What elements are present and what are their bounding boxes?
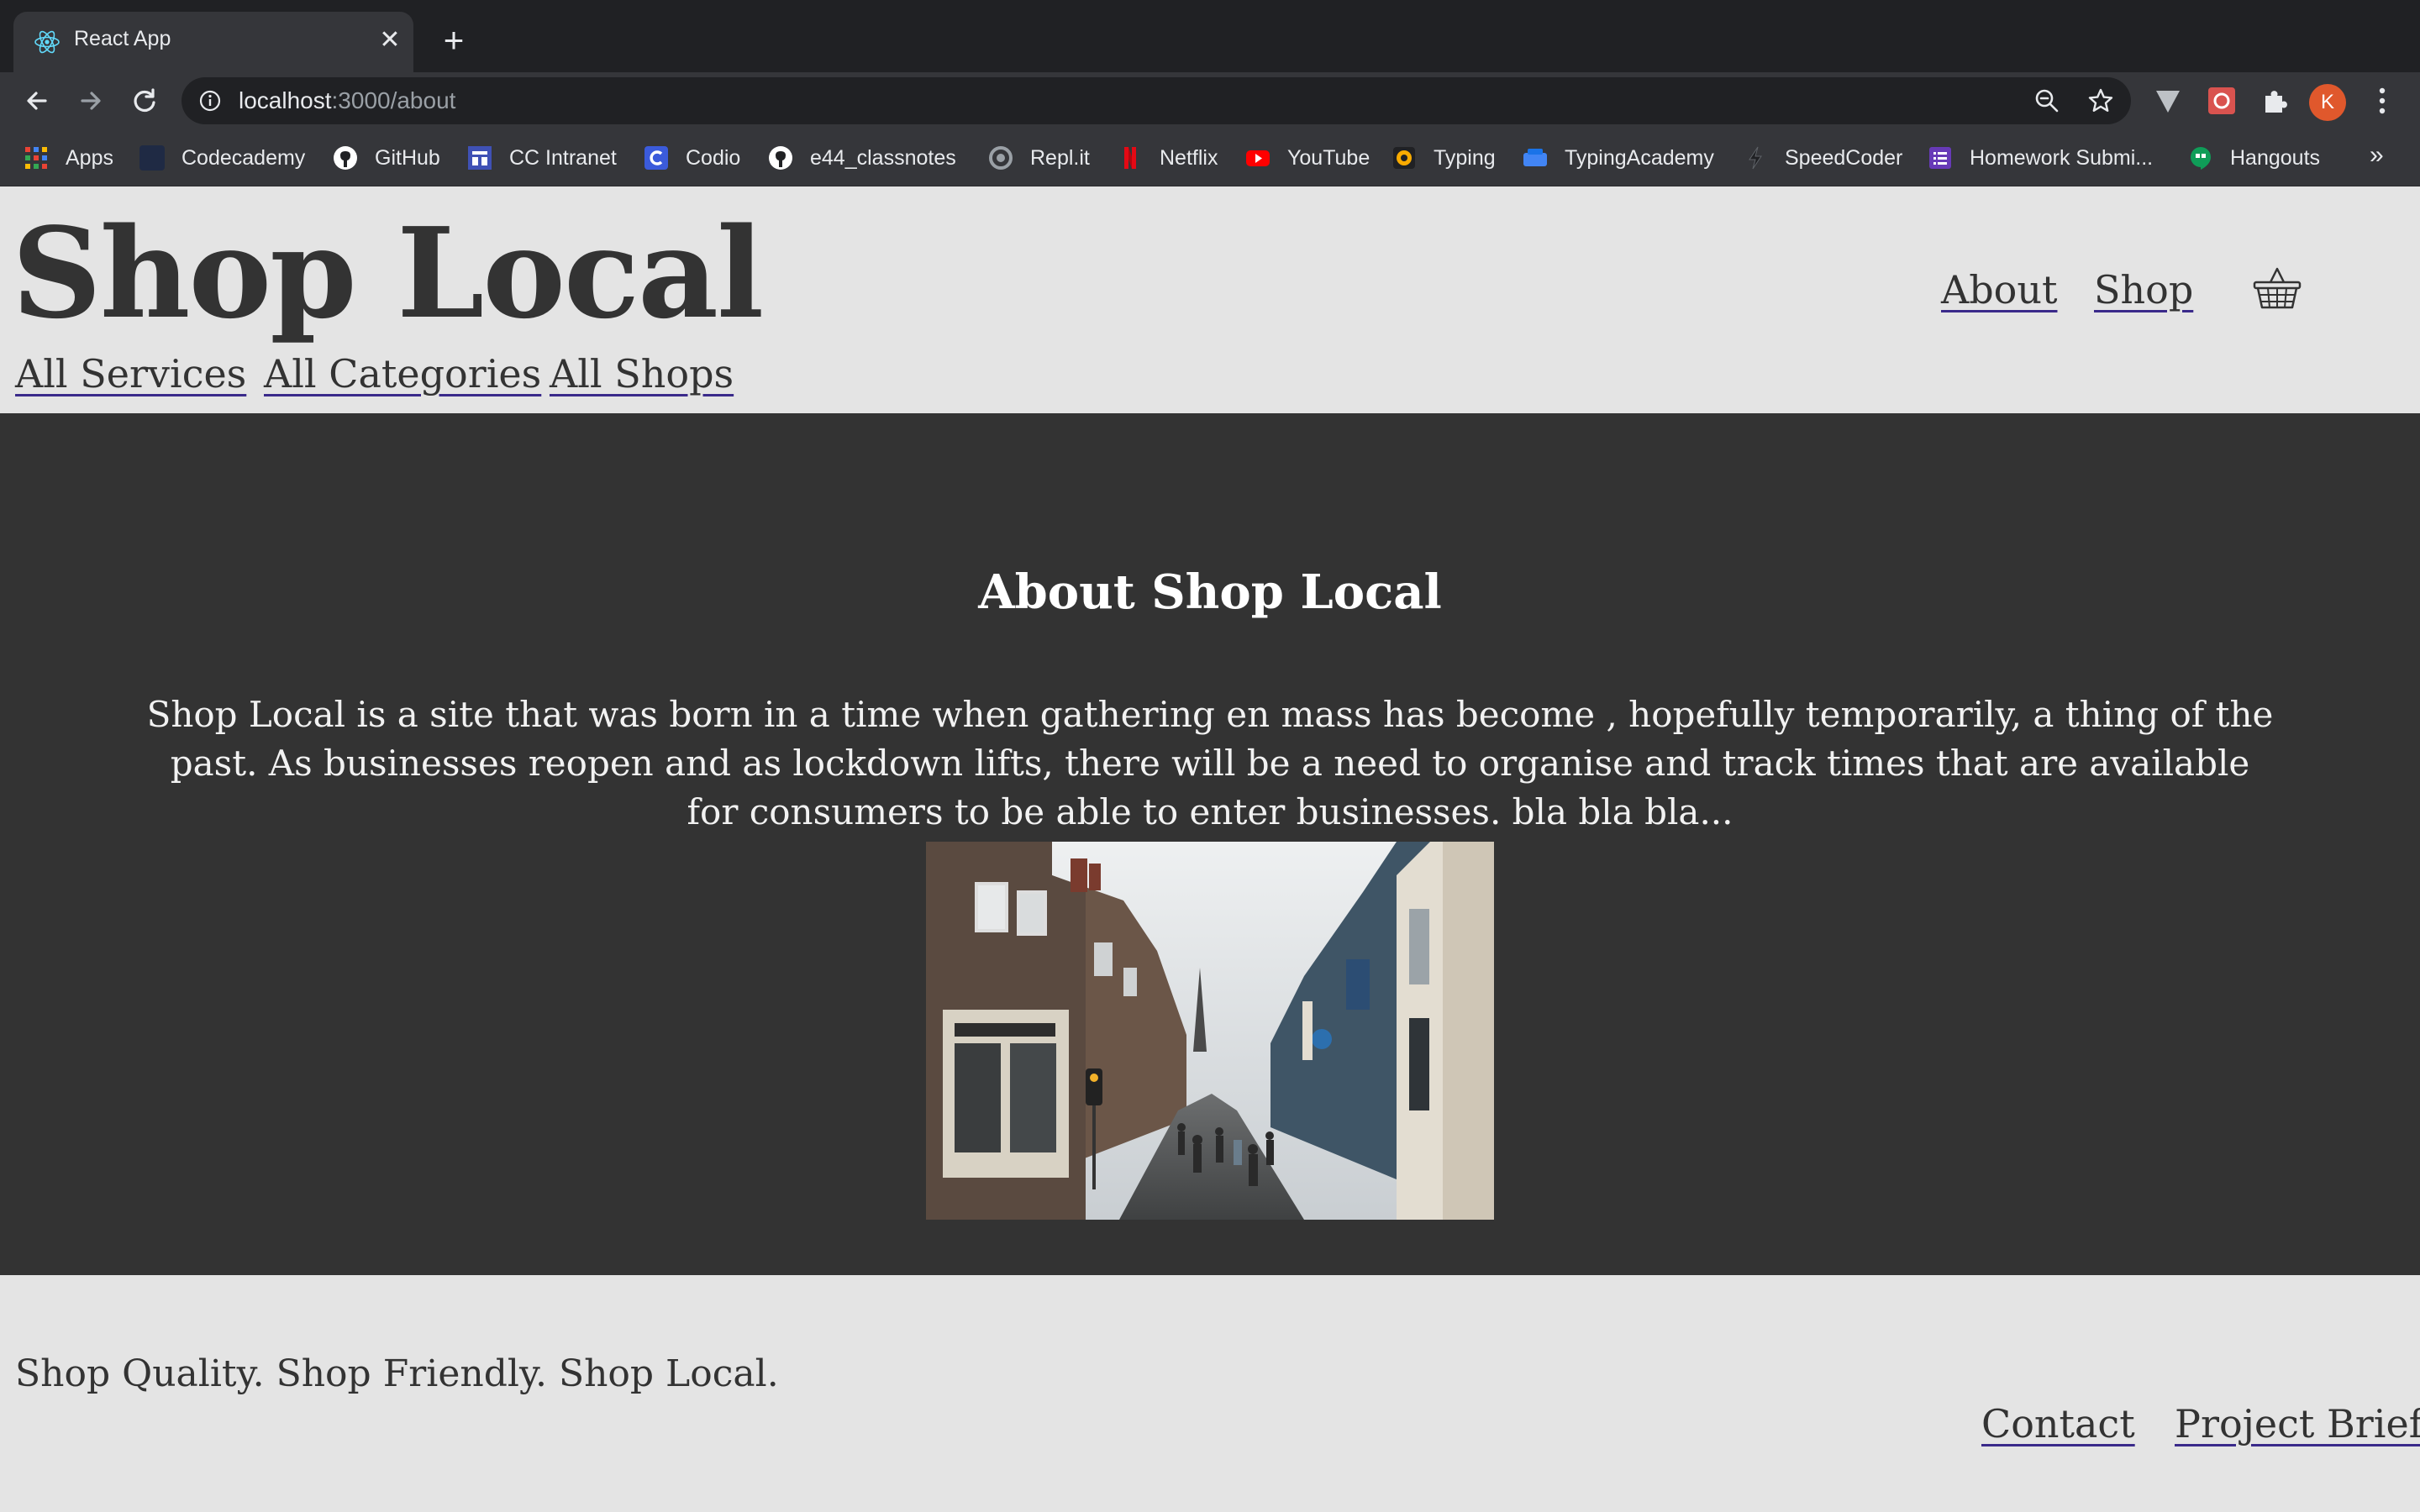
bookmark-label: Codio bbox=[686, 145, 741, 170]
replit-icon bbox=[989, 146, 1013, 170]
codecademy-icon bbox=[139, 145, 165, 171]
profile-avatar[interactable]: K bbox=[2309, 84, 2346, 121]
apps-grid-icon bbox=[25, 147, 47, 169]
react-logo-icon bbox=[34, 30, 60, 54]
reload-icon[interactable] bbox=[128, 84, 161, 118]
browser-tab-strip: React App ✕ + bbox=[0, 0, 2420, 72]
nav-link-all-services[interactable]: All Services bbox=[15, 351, 246, 396]
close-tab-icon[interactable]: ✕ bbox=[376, 27, 403, 54]
bookmark-codecademy[interactable]: Codecademy bbox=[139, 143, 305, 173]
footer-tagline: Shop Quality. Shop Friendly. Shop Local. bbox=[15, 1352, 779, 1395]
bookmark-label: Repl.it bbox=[1030, 145, 1090, 170]
bookmark-youtube[interactable]: YouTube bbox=[1245, 143, 1370, 173]
back-arrow-icon[interactable] bbox=[20, 84, 54, 118]
hangouts-icon bbox=[2191, 147, 2211, 170]
youtube-icon bbox=[1246, 150, 1270, 166]
bookmark-replit[interactable]: Repl.it bbox=[988, 143, 1090, 173]
typing-icon bbox=[1393, 147, 1415, 169]
about-title: About Shop Local bbox=[978, 564, 1442, 620]
bookmark-label: CC Intranet bbox=[509, 145, 617, 170]
bookmark-apps[interactable]: Apps bbox=[24, 143, 113, 173]
street-photo bbox=[926, 842, 1494, 1220]
github-icon bbox=[769, 146, 792, 170]
bookmark-label: GitHub bbox=[375, 145, 440, 170]
bookmark-e44-classnotes[interactable]: e44_classnotes bbox=[768, 143, 956, 173]
bookmark-hangouts[interactable]: Hangouts bbox=[2188, 143, 2320, 173]
site-brand[interactable]: Shop Local bbox=[12, 200, 764, 346]
bookmark-typing[interactable]: Typing bbox=[1392, 143, 1496, 173]
bookmark-speedcoder[interactable]: SpeedCoder bbox=[1743, 143, 1902, 173]
about-section: About Shop Local Shop Local is a site th… bbox=[0, 413, 2420, 1275]
about-description: Shop Local is a site that was born in a … bbox=[146, 694, 2274, 832]
bookmark-typingacademy[interactable]: TypingAcademy bbox=[1523, 143, 1714, 173]
nav-link-all-shops[interactable]: All Shops bbox=[550, 351, 734, 396]
site-info-icon[interactable] bbox=[198, 89, 222, 113]
browser-tab-active[interactable]: React App ✕ bbox=[13, 12, 413, 72]
nav-link-shop[interactable]: Shop bbox=[2094, 267, 2193, 312]
bookmark-cc-intranet[interactable]: CC Intranet bbox=[467, 143, 617, 173]
address-bar[interactable]: localhost:3000/about bbox=[182, 77, 2131, 124]
vimium-extension-icon[interactable] bbox=[2151, 84, 2185, 118]
footer-link-contact[interactable]: Contact bbox=[1981, 1401, 2135, 1446]
browser-menu-icon[interactable] bbox=[2370, 84, 2395, 118]
bookmark-netflix[interactable]: Netflix bbox=[1118, 143, 1218, 173]
bookmark-label: e44_classnotes bbox=[810, 145, 956, 170]
url-path: :3000/about bbox=[331, 87, 456, 113]
bookmark-label: Netflix bbox=[1160, 145, 1218, 170]
bookmark-label: Apps bbox=[66, 145, 113, 170]
page-viewport: Shop Local About Shop All Services All C… bbox=[0, 186, 2420, 1512]
bookmark-label: YouTube bbox=[1287, 145, 1370, 170]
nav-link-about[interactable]: About bbox=[1941, 267, 2057, 312]
puzzle-extensions-icon[interactable] bbox=[2259, 84, 2292, 118]
zoom-icon[interactable] bbox=[2033, 87, 2060, 114]
forward-arrow-icon[interactable] bbox=[74, 84, 108, 118]
browser-toolbar: localhost:3000/about K bbox=[0, 72, 2420, 129]
url-text[interactable]: localhost:3000/about bbox=[239, 87, 455, 114]
speedcoder-icon bbox=[1749, 146, 1762, 170]
extension-icon[interactable] bbox=[2205, 84, 2238, 118]
footer-link-project-brief[interactable]: Project Brief bbox=[2175, 1401, 2420, 1446]
cc-intranet-icon bbox=[468, 146, 492, 170]
bookmarks-bar: Apps Codecademy GitHub CC Intranet Codio… bbox=[0, 129, 2420, 186]
bookmark-label: TypingAcademy bbox=[1565, 145, 1714, 170]
bookmark-label: SpeedCoder bbox=[1785, 145, 1903, 170]
typingacademy-icon bbox=[1523, 149, 1547, 166]
bookmark-label: Typing bbox=[1434, 145, 1496, 170]
url-host: localhost bbox=[239, 87, 332, 113]
netflix-icon bbox=[1124, 147, 1136, 169]
basket-icon[interactable] bbox=[2252, 264, 2302, 311]
bookmark-github[interactable]: GitHub bbox=[333, 143, 440, 173]
site-footer: Shop Quality. Shop Friendly. Shop Local.… bbox=[0, 1275, 2420, 1512]
bookmark-star-icon[interactable] bbox=[2087, 87, 2114, 114]
site-header: Shop Local About Shop All Services All C… bbox=[0, 186, 2420, 413]
nav-link-all-categories[interactable]: All Categories bbox=[264, 351, 541, 396]
new-tab-button[interactable]: + bbox=[437, 23, 471, 58]
bookmark-homework[interactable]: Homework Submi... bbox=[1928, 143, 2153, 173]
bookmark-label: Codecademy bbox=[182, 145, 306, 170]
codio-icon bbox=[644, 146, 668, 170]
bookmarks-overflow-button[interactable]: » bbox=[2370, 141, 2384, 170]
tab-title: React App bbox=[74, 27, 171, 50]
bookmark-codio[interactable]: Codio bbox=[644, 143, 740, 173]
bookmark-label: Hangouts bbox=[2230, 145, 2321, 170]
form-icon bbox=[1929, 147, 1951, 169]
bookmark-label: Homework Submi... bbox=[1970, 145, 2154, 170]
github-icon bbox=[334, 146, 357, 170]
